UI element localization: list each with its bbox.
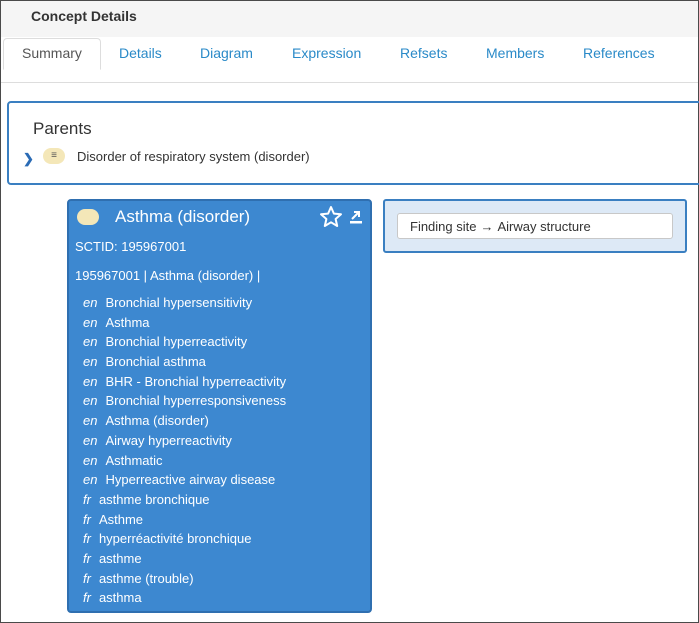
- concept-fsn: 195967001 | Asthma (disorder) |: [75, 268, 261, 283]
- panel-title: Concept Details: [31, 8, 137, 24]
- description-item: fr asthme bronchique: [83, 492, 286, 512]
- concept-sctid: SCTID: 195967001: [75, 239, 187, 254]
- tab-diagram[interactable]: Diagram: [200, 45, 253, 61]
- description-text: asthme bronchique: [98, 491, 210, 507]
- parent-concept-link[interactable]: Disorder of respiratory system (disorder…: [77, 149, 310, 164]
- description-lang: fr: [83, 491, 91, 507]
- description-text: Bronchial hyperreactivity: [105, 334, 248, 350]
- description-item: fr asthme: [83, 551, 286, 571]
- description-lang: fr: [83, 531, 91, 547]
- description-text: Asthma: [105, 314, 150, 330]
- description-item: en Hyperreactive airway disease: [83, 472, 286, 492]
- description-lang: en: [83, 413, 98, 429]
- description-text: Bronchial asthma: [105, 354, 206, 370]
- description-item: en Asthma (disorder): [83, 413, 286, 433]
- concept-name: Asthma (disorder): [115, 207, 251, 226]
- description-lang: fr: [83, 511, 91, 527]
- description-lang: en: [83, 373, 98, 389]
- description-text: asthma: [98, 590, 142, 606]
- arrow-right-icon: →: [480, 219, 494, 234]
- description-item: en Bronchial asthma: [83, 354, 286, 374]
- panel-header: Concept Details: [1, 1, 698, 37]
- tab-bar: Summary Details Diagram Expression Refse…: [1, 37, 698, 83]
- description-item: en Bronchial hypersensitivity: [83, 295, 286, 315]
- description-lang: fr: [83, 550, 91, 566]
- relationships-panel: Finding site → Airway structure: [383, 199, 687, 253]
- description-item: en BHR - Bronchial hyperreactivity: [83, 374, 286, 394]
- description-text: Asthme: [98, 511, 144, 527]
- tab-members[interactable]: Members: [486, 45, 544, 61]
- description-lang: en: [83, 354, 98, 370]
- relationship-attribute: Finding site: [410, 219, 477, 234]
- description-text: Hyperreactive airway disease: [105, 472, 276, 488]
- description-lang: en: [83, 314, 98, 330]
- description-item: fr Asthme: [83, 512, 286, 532]
- concept-card: Asthma (disorder) SCTID: 195967001 19596…: [67, 199, 372, 613]
- description-lang: en: [83, 295, 98, 310]
- chevron-right-icon[interactable]: ❯: [23, 151, 34, 167]
- description-lang: en: [83, 393, 98, 409]
- parents-heading: Parents: [33, 119, 92, 138]
- descriptions-list: en Bronchial hypersensitivity en Asthma en…: [83, 295, 286, 610]
- relationship-value: Airway structure: [497, 219, 591, 234]
- description-lang: en: [83, 472, 98, 488]
- description-item: fr asthma: [83, 590, 286, 610]
- tab-expression[interactable]: Expression: [292, 45, 361, 61]
- primitive-badge: ≡: [43, 148, 65, 164]
- description-item: en Asthmatic: [83, 453, 286, 473]
- description-text: hyperréactivité bronchique: [98, 531, 252, 547]
- tab-refsets[interactable]: Refsets: [400, 45, 447, 61]
- description-text: asthme (trouble): [98, 570, 194, 586]
- description-item: fr hyperréactivité bronchique: [83, 531, 286, 551]
- description-item: en Bronchial hyperresponsiveness: [83, 393, 286, 413]
- description-text: Asthmatic: [105, 452, 163, 468]
- relationship-item[interactable]: Finding site → Airway structure: [397, 213, 673, 239]
- description-item: en Bronchial hyperreactivity: [83, 334, 286, 354]
- star-icon[interactable]: [319, 205, 343, 229]
- description-text: BHR - Bronchial hyperreactivity: [105, 373, 287, 389]
- description-item: en Asthma: [83, 315, 286, 335]
- tab-details[interactable]: Details: [119, 45, 162, 61]
- description-lang: fr: [83, 590, 91, 606]
- description-item: fr asthme (trouble): [83, 571, 286, 591]
- description-lang: en: [83, 452, 98, 468]
- description-text: Bronchial hypersensitivity: [105, 295, 253, 310]
- description-text: Airway hyperreactivity: [105, 432, 232, 448]
- description-lang: en: [83, 334, 98, 350]
- description-text: Asthma (disorder): [105, 413, 209, 429]
- description-lang: fr: [83, 570, 91, 586]
- description-text: Bronchial hyperresponsiveness: [105, 393, 287, 409]
- primitive-pill-icon: [77, 209, 99, 225]
- description-text: asthme: [98, 550, 142, 566]
- description-lang: en: [83, 432, 98, 448]
- tab-summary[interactable]: Summary: [3, 38, 101, 70]
- export-icon[interactable]: [349, 210, 363, 224]
- description-item: en Airway hyperreactivity: [83, 433, 286, 453]
- parents-panel: Parents ❯ ≡ Disorder of respiratory syst…: [7, 101, 699, 185]
- tab-references[interactable]: References: [583, 45, 655, 61]
